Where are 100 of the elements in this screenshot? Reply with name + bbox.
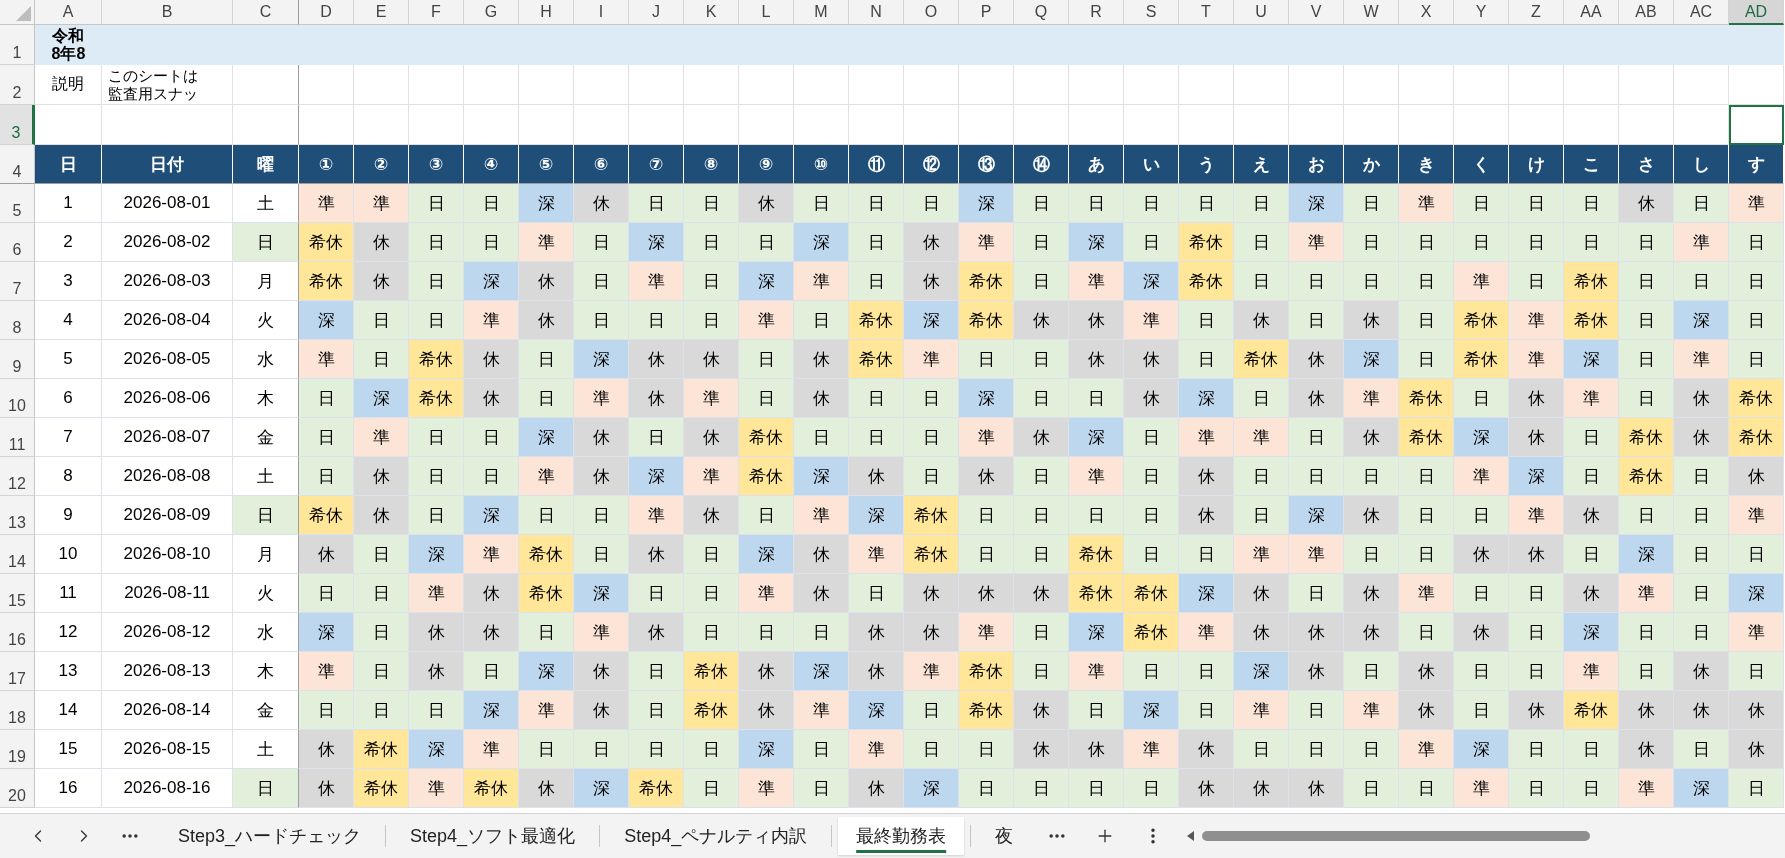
- day-cell: 16: [35, 769, 102, 808]
- column-header[interactable]: AB: [1619, 0, 1674, 25]
- column-header[interactable]: AA: [1564, 0, 1619, 25]
- sheet-tab[interactable]: Step3_ハードチェック: [160, 817, 380, 855]
- column-header[interactable]: X: [1399, 0, 1454, 25]
- empty-cell: [794, 65, 849, 105]
- row-header[interactable]: 9: [0, 340, 35, 379]
- shift-cell: 休: [1564, 496, 1619, 535]
- row-header[interactable]: 11: [0, 418, 35, 457]
- shift-cell: 準: [794, 496, 849, 535]
- row-header[interactable]: 4: [0, 145, 35, 184]
- row-header[interactable]: 10: [0, 379, 35, 418]
- column-header[interactable]: G: [464, 0, 519, 25]
- row-header[interactable]: 14: [0, 535, 35, 574]
- shift-cell: 休: [1179, 457, 1234, 496]
- shift-cell: 日: [629, 652, 684, 691]
- column-header[interactable]: D: [299, 0, 354, 25]
- shift-cell: 日: [1729, 340, 1784, 379]
- selected-cell[interactable]: [1729, 105, 1784, 145]
- column-header[interactable]: I: [574, 0, 629, 25]
- shift-cell: 準: [354, 184, 409, 223]
- shift-cell: 休: [794, 574, 849, 613]
- shift-cell: 休: [574, 457, 629, 496]
- row-header[interactable]: 20: [0, 769, 35, 808]
- column-header[interactable]: R: [1069, 0, 1124, 25]
- shift-cell: 休: [684, 418, 739, 457]
- row-header[interactable]: 13: [0, 496, 35, 535]
- day-cell: 11: [35, 574, 102, 613]
- shift-cell: 日: [1179, 535, 1234, 574]
- shift-cell: 日: [299, 574, 354, 613]
- sheet-tab[interactable]: 夜: [977, 817, 1032, 855]
- shift-cell: 準: [904, 340, 959, 379]
- column-header[interactable]: U: [1234, 0, 1289, 25]
- row-header[interactable]: 8: [0, 301, 35, 340]
- column-header[interactable]: A: [35, 0, 102, 25]
- shift-cell: 深: [739, 730, 794, 769]
- column-header[interactable]: F: [409, 0, 464, 25]
- row-header[interactable]: 19: [0, 730, 35, 769]
- shift-cell: 深: [739, 262, 794, 301]
- shift-cell: 深: [299, 613, 354, 652]
- shift-cell: 準: [1619, 574, 1674, 613]
- shift-cell: 日: [1014, 496, 1069, 535]
- column-header[interactable]: B: [102, 0, 233, 25]
- shift-cell: 日: [1509, 652, 1564, 691]
- sheet-tab[interactable]: Step4_ソフト最適化: [392, 817, 594, 855]
- scrollbar-thumb[interactable]: [1202, 831, 1591, 841]
- row-header[interactable]: 6: [0, 223, 35, 262]
- row-header[interactable]: 2: [0, 65, 35, 105]
- column-header[interactable]: E: [354, 0, 409, 25]
- column-header[interactable]: N: [849, 0, 904, 25]
- shift-cell: 休: [794, 535, 849, 574]
- column-header[interactable]: T: [1179, 0, 1234, 25]
- shift-cell: 日: [1454, 496, 1509, 535]
- column-header[interactable]: AC: [1674, 0, 1729, 25]
- shift-cell: 準: [1069, 457, 1124, 496]
- column-header[interactable]: P: [959, 0, 1014, 25]
- column-header[interactable]: K: [684, 0, 739, 25]
- weekday-cell: 月: [233, 262, 299, 301]
- shift-cell: 休: [629, 535, 684, 574]
- empty-cell: [464, 65, 519, 105]
- column-header[interactable]: Y: [1454, 0, 1509, 25]
- day-cell: 3: [35, 262, 102, 301]
- column-header[interactable]: L: [739, 0, 794, 25]
- sheet-tab[interactable]: Step4_ペナルティ内訳: [606, 817, 826, 855]
- column-header[interactable]: Q: [1014, 0, 1069, 25]
- column-header[interactable]: H: [519, 0, 574, 25]
- column-header[interactable]: V: [1289, 0, 1344, 25]
- row-header[interactable]: 17: [0, 652, 35, 691]
- shift-cell: 休: [409, 613, 464, 652]
- shift-cell: 準: [629, 262, 684, 301]
- sheet-tab[interactable]: 最終勤務表: [838, 817, 965, 855]
- weekday-cell: 日: [233, 223, 299, 262]
- shift-cell: 日: [299, 418, 354, 457]
- column-header[interactable]: Z: [1509, 0, 1564, 25]
- shift-cell: 準: [959, 418, 1014, 457]
- shift-cell: 日: [1124, 457, 1179, 496]
- shift-cell: 希休: [1399, 379, 1454, 418]
- column-header[interactable]: AD: [1729, 0, 1784, 25]
- empty-cell: [354, 65, 409, 105]
- shift-cell: 日: [519, 496, 574, 535]
- shift-cell: 深: [354, 379, 409, 418]
- column-header[interactable]: O: [904, 0, 959, 25]
- column-header[interactable]: C: [233, 0, 299, 25]
- shift-cell: 休: [464, 379, 519, 418]
- row-header[interactable]: 16: [0, 613, 35, 652]
- row-header[interactable]: 15: [0, 574, 35, 613]
- shift-cell: 日: [1454, 184, 1509, 223]
- column-header[interactable]: M: [794, 0, 849, 25]
- column-header[interactable]: J: [629, 0, 684, 25]
- row-header[interactable]: 18: [0, 691, 35, 730]
- row-header[interactable]: 7: [0, 262, 35, 301]
- column-header[interactable]: W: [1344, 0, 1399, 25]
- row-header[interactable]: 12: [0, 457, 35, 496]
- row-header[interactable]: 5: [0, 184, 35, 223]
- shift-cell: 休: [1509, 691, 1564, 730]
- row-header[interactable]: 1: [0, 25, 35, 65]
- row-header[interactable]: 3: [0, 105, 35, 145]
- shift-cell: 希休: [1619, 457, 1674, 496]
- column-header[interactable]: S: [1124, 0, 1179, 25]
- scroll-left-icon[interactable]: [1187, 831, 1195, 841]
